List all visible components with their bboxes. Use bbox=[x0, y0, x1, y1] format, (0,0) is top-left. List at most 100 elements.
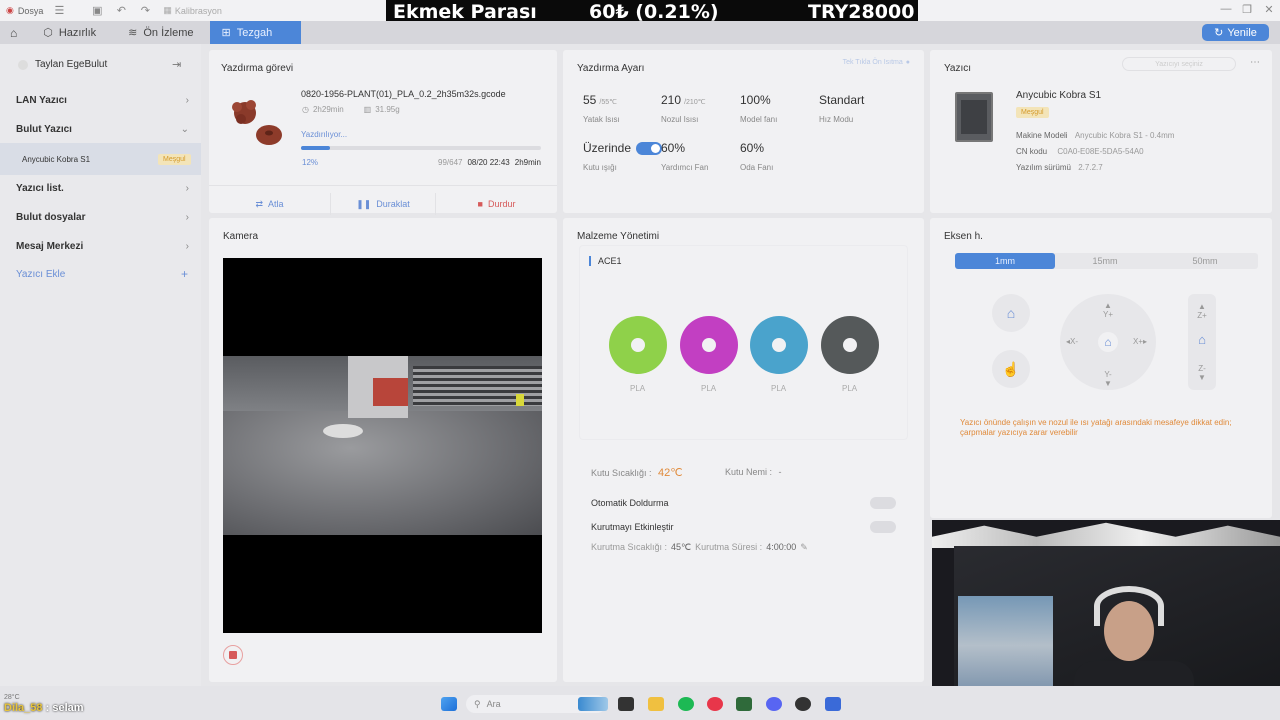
clock-icon: ◷ bbox=[302, 105, 309, 114]
home-icon: ⌂ bbox=[1104, 335, 1112, 349]
logout-icon[interactable]: ⇥ bbox=[172, 58, 181, 71]
spool-type-label: PLA bbox=[701, 384, 717, 393]
sidebar-item-printer-list[interactable]: Yazıcı list. › bbox=[0, 175, 201, 202]
undo-icon[interactable]: ↶ bbox=[113, 3, 129, 19]
nozzle-temp-target: /210℃ bbox=[684, 99, 706, 106]
filament-spool[interactable] bbox=[750, 316, 808, 374]
printer-window bbox=[961, 100, 987, 134]
app-icon[interactable] bbox=[736, 697, 752, 711]
home-z-button[interactable]: ⌂ bbox=[1194, 332, 1210, 347]
sidebar-item-message-center[interactable]: Mesaj Merkezi › bbox=[0, 233, 201, 260]
drying-toggle[interactable] bbox=[870, 521, 896, 533]
aux-fan-stat[interactable]: 60% Yardımcı Fan bbox=[661, 141, 708, 172]
xy-jog-pad[interactable]: ▲ Y+ Y- ▼ ◂X- X+▸ ⌂ bbox=[1060, 294, 1156, 390]
search-highlight-icon[interactable] bbox=[578, 697, 608, 711]
light-toggle[interactable] bbox=[636, 142, 662, 155]
spool-type-label: PLA bbox=[630, 384, 646, 393]
record-icon bbox=[229, 651, 237, 659]
taskbar bbox=[0, 686, 1280, 720]
tab-prepare[interactable]: ⬡ Hazırlık bbox=[31, 21, 108, 44]
edit-icon[interactable]: ✎ bbox=[800, 542, 808, 553]
cn-value: C0A0-E08E-5DA5-54A0 bbox=[1057, 147, 1144, 156]
camera-panel: Kamera bbox=[209, 218, 557, 682]
file-menu[interactable]: ◉ Dosya bbox=[6, 5, 43, 16]
steam-icon[interactable] bbox=[795, 697, 811, 711]
task-view-icon[interactable] bbox=[618, 697, 634, 711]
slicer-app-icon[interactable] bbox=[825, 697, 841, 711]
overlay-left-text: Ekmek Parası bbox=[393, 1, 537, 23]
z-minus-button[interactable]: Z- ▼ bbox=[1194, 364, 1210, 382]
chevron-right-icon: › bbox=[185, 241, 189, 252]
user-profile[interactable]: Taylan EgeBulut bbox=[18, 59, 107, 70]
x-minus-button[interactable]: ◂X- bbox=[1066, 337, 1078, 346]
opera-icon[interactable] bbox=[707, 697, 723, 711]
add-printer-button[interactable]: Yazıcı Ekle + bbox=[16, 267, 188, 281]
x-minus-label: X- bbox=[1070, 337, 1079, 346]
refresh-label: Yenile bbox=[1227, 26, 1257, 39]
speed-mode-stat[interactable]: Standart Hız Modu bbox=[819, 93, 864, 124]
preheat-link[interactable]: Tek Tıkla Ön Isıtma ● bbox=[843, 59, 910, 66]
light-label: Kutu ışığı bbox=[583, 163, 617, 172]
status-badge: Meşgul bbox=[158, 153, 191, 165]
motor-unlock-button[interactable]: ☝ bbox=[992, 350, 1030, 388]
save-icon[interactable]: ▣ bbox=[89, 3, 105, 19]
home-all-button[interactable]: ⌂ bbox=[1098, 332, 1118, 352]
job-weight: 31.95g bbox=[375, 105, 400, 114]
dry-temp-label: Kurutma Sıcaklığı : bbox=[591, 542, 668, 552]
refresh-icon: ↻ bbox=[1214, 27, 1224, 39]
home-icon: ⌂ bbox=[1006, 305, 1016, 321]
file-explorer-icon[interactable] bbox=[648, 697, 664, 711]
file-menu-label: Dosya bbox=[17, 5, 44, 16]
material-panel: Malzeme Yönetimi ACE1 Kutu Sıcaklığı : 4… bbox=[563, 218, 924, 682]
spotify-icon[interactable] bbox=[678, 697, 694, 711]
sidebar-item-lan-printer[interactable]: LAN Yazıcı › bbox=[0, 87, 201, 114]
weight-icon: ▥ bbox=[363, 105, 372, 114]
z-plus-button[interactable]: ▲ Z+ bbox=[1194, 302, 1210, 320]
step-1mm-button[interactable]: 1mm bbox=[955, 253, 1055, 269]
minimize-icon[interactable]: — bbox=[1219, 3, 1233, 17]
layers-icon: ≋ bbox=[128, 27, 138, 39]
skip-button[interactable]: ⇄ Atla bbox=[209, 193, 330, 215]
auto-refill-toggle[interactable] bbox=[870, 497, 896, 509]
box-humidity: Kutu Nemi : - bbox=[725, 467, 782, 477]
pause-button[interactable]: ❚❚ Duraklat bbox=[330, 193, 436, 215]
x-plus-button[interactable]: X+▸ bbox=[1133, 337, 1147, 346]
y-plus-button[interactable]: ▲ Y+ bbox=[1100, 301, 1116, 319]
sidebar-item-cloud-printer[interactable]: Bulut Yazıcı ⌄ bbox=[0, 116, 201, 143]
tab-device[interactable]: ⊞ Tezgah bbox=[209, 21, 301, 44]
sidebar-item-cloud-files[interactable]: Bulut dosyalar › bbox=[0, 204, 201, 231]
sidebar: Taylan EgeBulut ⇥ LAN Yazıcı › Bulut Yazı… bbox=[0, 44, 201, 686]
printer-select[interactable]: Yazıcıyı seçiniz bbox=[1122, 57, 1236, 71]
filament-spool[interactable] bbox=[821, 316, 879, 374]
hamburger-icon[interactable]: ☰ bbox=[51, 3, 67, 19]
filament-spool[interactable] bbox=[609, 316, 667, 374]
job-layers: 99/647 bbox=[438, 158, 463, 167]
calibration-icon: ▦ bbox=[163, 5, 172, 15]
calibration-menu[interactable]: ▦ Kalibrasyon bbox=[163, 5, 222, 16]
speed-mode-value: Standart bbox=[819, 93, 865, 107]
sidebar-printer-entry[interactable]: Anycubic Kobra S1 Meşgul bbox=[0, 143, 201, 175]
windows-start-icon[interactable] bbox=[441, 697, 457, 711]
step-15mm-button[interactable]: 15mm bbox=[1055, 253, 1155, 269]
model-fan-stat[interactable]: 100% Model fanı bbox=[740, 93, 777, 124]
more-icon[interactable]: ⋯ bbox=[1250, 57, 1260, 68]
room-fan-stat[interactable]: 60% Oda Fanı bbox=[740, 141, 773, 172]
stop-button[interactable]: ■ Durdur bbox=[436, 193, 557, 215]
bed-temp-stat[interactable]: 55 /55℃ Yatak Isısı bbox=[583, 93, 620, 124]
nozzle-temp-stat[interactable]: 210 /210℃ Nozul Isısı bbox=[661, 93, 706, 124]
y-minus-button[interactable]: Y- ▼ bbox=[1100, 370, 1116, 388]
restore-icon[interactable]: ❐ bbox=[1240, 3, 1254, 17]
spool-type-label: PLA bbox=[842, 384, 858, 393]
record-button[interactable] bbox=[223, 645, 243, 665]
discord-icon[interactable] bbox=[766, 697, 782, 711]
home-tab[interactable]: ⌂ bbox=[0, 21, 27, 44]
close-icon[interactable]: ✕ bbox=[1262, 3, 1276, 17]
light-stat: Üzerinde Kutu ışığı bbox=[583, 141, 631, 172]
refresh-button[interactable]: ↻ Yenile bbox=[1202, 24, 1269, 41]
step-50mm-button[interactable]: 50mm bbox=[1155, 253, 1255, 269]
redo-icon[interactable]: ↷ bbox=[137, 3, 153, 19]
tab-preview[interactable]: ≋ Ön İzleme bbox=[116, 21, 205, 44]
home-xy-button[interactable]: ⌂ bbox=[992, 294, 1030, 332]
tab-prepare-label: Hazırlık bbox=[58, 26, 97, 39]
filament-spool[interactable] bbox=[680, 316, 738, 374]
